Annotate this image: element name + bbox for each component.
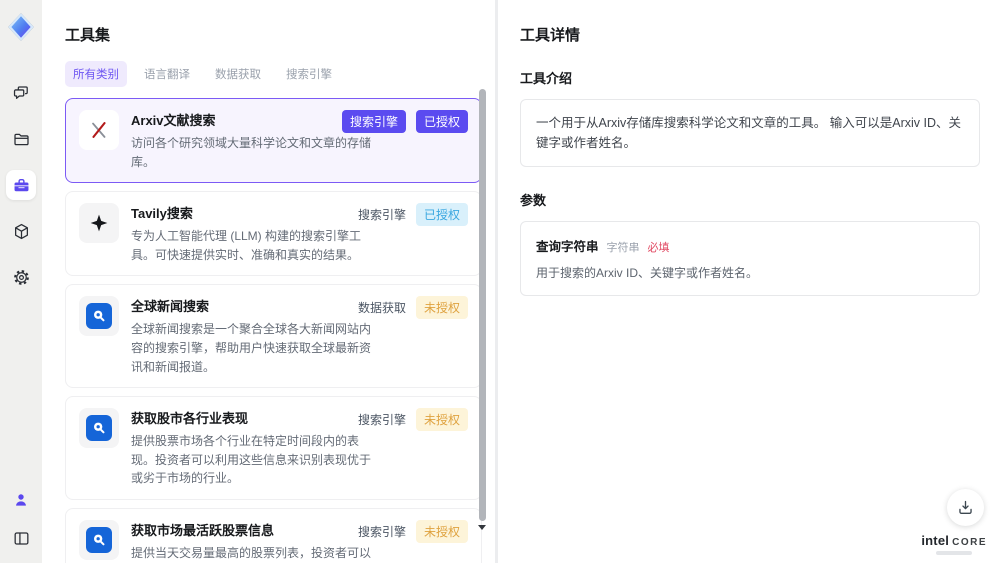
tool-name: 全球新闻搜索	[131, 299, 210, 315]
intel-subtext-blur	[936, 551, 973, 555]
gear-icon[interactable]	[6, 262, 36, 292]
status-badge: 已授权	[415, 203, 468, 227]
category-label: 搜索引擎	[357, 524, 406, 539]
rail-bottom	[6, 485, 36, 553]
param-box: 查询字符串 字符串 必填 用于搜索的Arxiv ID、关键字或作者姓名。	[520, 221, 980, 296]
param-required-badge: 必填	[647, 242, 670, 254]
category-label: 搜索引擎	[357, 208, 406, 223]
tool-desc: 全球新闻搜索是一个聚合全球各大新闻网站内容的搜索引擎，帮助用户快速获取全球最新资…	[131, 322, 372, 374]
scroll-down-arrow-icon[interactable]	[478, 525, 486, 530]
app-logo-icon	[6, 12, 36, 42]
tool-badges: 搜索引擎 已授权	[357, 203, 468, 227]
tool-badges: 搜索引擎 已授权	[341, 110, 468, 133]
tool-detail-panel: 工具详情 工具介绍 一个用于从Arxiv存储库搜索科学论文和文章的工具。 输入可…	[501, 0, 1000, 563]
toolbox-icon[interactable]	[6, 170, 36, 200]
tool-name: Arxiv文献搜索	[131, 113, 216, 128]
intel-core-logo: intel CORE	[921, 533, 987, 555]
search-blue-icon	[79, 296, 119, 337]
core-wordmark: CORE	[952, 537, 987, 548]
download-icon	[959, 500, 972, 514]
tool-card-active-stocks[interactable]: 获取市场最活跃股票信息 提供当天交易量最高的股票列表，投资者可以利用这些信息来识…	[65, 507, 482, 563]
search-blue-icon	[79, 519, 119, 560]
tool-name: Tavily搜索	[131, 206, 193, 222]
tool-desc: 提供当天交易量最高的股票列表，投资者可以利用这些信息来识别流动性强的股票和潜在的…	[131, 545, 372, 560]
category-tabs: 所有类别 语言翻译 数据获取 搜索引擎	[65, 61, 495, 87]
category-label: 搜索引擎	[357, 413, 406, 428]
status-badge: 未授权	[415, 408, 468, 432]
status-badge: 已授权	[415, 110, 468, 133]
tool-desc: 访问各个研究领域大量科学论文和文章的存储库。	[131, 136, 372, 169]
package-icon[interactable]	[6, 216, 36, 246]
tool-card-text: 全球新闻搜索 全球新闻搜索是一个聚合全球各大新闻网站内容的搜索引擎，帮助用户快速…	[131, 296, 379, 376]
tool-badges: 搜索引擎 未授权	[357, 408, 468, 432]
tab-language-translation[interactable]: 语言翻译	[136, 61, 198, 87]
tool-card-text: 获取市场最活跃股票信息 提供当天交易量最高的股票列表，投资者可以利用这些信息来识…	[131, 520, 379, 563]
panel-toggle-icon[interactable]	[6, 523, 36, 553]
tool-list-panel: 工具集 所有类别 语言翻译 数据获取 搜索引擎 Arxiv文献搜索 访问各个研究…	[42, 0, 498, 563]
tool-desc: 专为人工智能代理 (LLM) 构建的搜索引擎工具。可快速提供实时、准确和真实的结…	[131, 229, 362, 262]
tool-badges: 数据获取 未授权	[357, 296, 468, 320]
user-icon[interactable]	[6, 485, 36, 515]
param-type: 字符串	[606, 242, 640, 254]
tab-all-categories[interactable]: 所有类别	[65, 61, 127, 87]
tab-data-fetch[interactable]: 数据获取	[207, 61, 269, 87]
params-heading: 参数	[520, 193, 547, 208]
page-title: 工具集	[65, 27, 111, 44]
scrollbar-thumb[interactable]	[479, 89, 486, 521]
category-badge: 搜索引擎	[341, 110, 406, 133]
folder-icon[interactable]	[6, 124, 36, 154]
tool-card-list: Arxiv文献搜索 访问各个研究领域大量科学论文和文章的存储库。 搜索引擎 已授…	[65, 98, 482, 563]
search-blue-icon	[79, 408, 119, 449]
tab-search-engine[interactable]: 搜索引擎	[278, 61, 340, 87]
tool-card-tavily[interactable]: Tavily搜索 专为人工智能代理 (LLM) 构建的搜索引擎工具。可快速提供实…	[65, 191, 482, 277]
arxiv-icon	[79, 110, 119, 150]
tool-card-sector-performance[interactable]: 获取股市各行业表现 提供股票市场各个行业在特定时间段内的表现。投资者可以利用这些…	[65, 396, 482, 500]
chat-icon[interactable]	[6, 78, 36, 108]
sparkle-icon	[79, 203, 119, 244]
param-head: 查询字符串 字符串 必填	[536, 236, 964, 255]
app-window: 工具集 所有类别 语言翻译 数据获取 搜索引擎 Arxiv文献搜索 访问各个研究…	[0, 0, 1000, 563]
tool-card-arxiv[interactable]: Arxiv文献搜索 访问各个研究领域大量科学论文和文章的存储库。 搜索引擎 已授…	[65, 98, 482, 184]
tool-card-text: Tavily搜索 专为人工智能代理 (LLM) 构建的搜索引擎工具。可快速提供实…	[131, 203, 379, 264]
rail-nav	[6, 78, 36, 292]
tool-card-global-news[interactable]: 全球新闻搜索 全球新闻搜索是一个聚合全球各大新闻网站内容的搜索引擎，帮助用户快速…	[65, 284, 482, 389]
download-button[interactable]	[947, 489, 984, 526]
tool-name: 获取市场最活跃股票信息	[131, 522, 275, 538]
param-name: 查询字符串	[536, 240, 599, 254]
list-scrollbar	[479, 89, 486, 521]
intel-wordmark: intel	[921, 533, 950, 548]
status-badge: 未授权	[415, 519, 468, 543]
tool-name: 获取股市各行业表现	[131, 411, 249, 427]
tool-badges: 搜索引擎 未授权	[357, 519, 468, 543]
left-rail	[0, 0, 42, 563]
status-badge: 未授权	[415, 296, 468, 320]
detail-title: 工具详情	[520, 27, 581, 44]
intro-box: 一个用于从Arxiv存储库搜索科学论文和文章的工具。 输入可以是Arxiv ID…	[520, 99, 980, 167]
param-desc: 用于搜索的Arxiv ID、关键字或作者姓名。	[536, 266, 759, 280]
category-label: 数据获取	[357, 301, 406, 316]
tool-card-text: 获取股市各行业表现 提供股票市场各个行业在特定时间段内的表现。投资者可以利用这些…	[131, 408, 379, 488]
intro-heading: 工具介绍	[520, 71, 573, 86]
tool-desc: 提供股票市场各个行业在特定时间段内的表现。投资者可以利用这些信息来识别表现优于或…	[131, 434, 372, 486]
